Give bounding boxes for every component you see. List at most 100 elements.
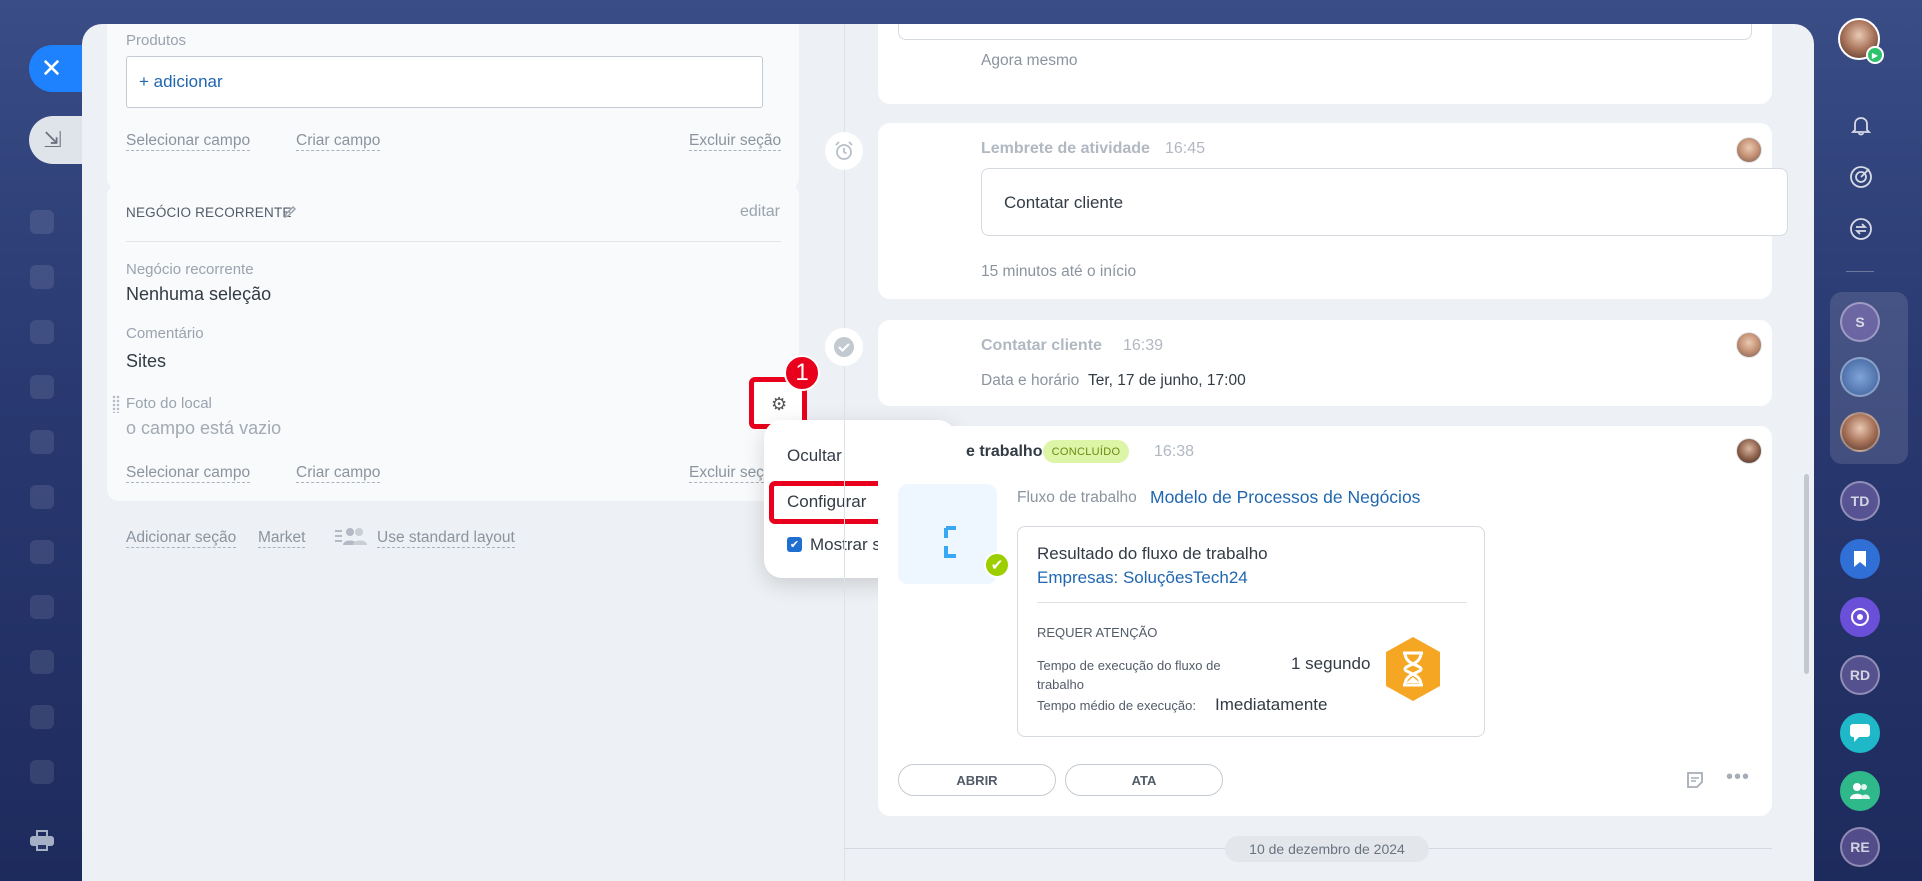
nav-icon[interactable] xyxy=(30,210,54,234)
avatar[interactable] xyxy=(1736,438,1762,464)
time-ago: Agora mesmo xyxy=(981,52,1078,69)
print-icon[interactable] xyxy=(30,830,54,852)
close-icon: ✕ xyxy=(40,53,63,83)
minimize-icon: ⇲ xyxy=(43,127,62,152)
sidebar-divider xyxy=(1846,271,1874,272)
comment-label: Comentário xyxy=(126,325,204,342)
more-icon[interactable]: ••• xyxy=(1726,766,1750,789)
copilot-icon[interactable] xyxy=(1840,597,1880,637)
chat-avatar-re[interactable]: RE xyxy=(1840,827,1880,867)
create-field-link[interactable]: Criar campo xyxy=(296,464,381,483)
photo-empty-value[interactable]: o campo está vazio xyxy=(126,418,281,439)
delete-section-link[interactable]: Excluir seção xyxy=(689,132,782,151)
bookmark-icon[interactable] xyxy=(1840,539,1880,579)
nav-icon[interactable] xyxy=(30,320,54,344)
annotation-badge-1: 1 xyxy=(784,355,820,391)
nav-icon[interactable] xyxy=(30,430,54,454)
nav-icon[interactable] xyxy=(30,540,54,564)
create-field-link[interactable]: Criar campo xyxy=(296,132,381,151)
workflow-card: e trabalho CONCLUÍDO 16:38 ✔ Fluxo de tr… xyxy=(878,426,1772,816)
status-badge: CONCLUÍDO xyxy=(1043,440,1129,463)
left-strip: ✕ ⇲ xyxy=(0,0,82,881)
check-icon: ✔ xyxy=(984,552,1010,578)
section-title: NEGÓCIO RECORRENTE xyxy=(126,205,292,220)
chat-bubble-icon[interactable] xyxy=(1840,713,1880,753)
exec-time-value: 1 segundo xyxy=(1291,654,1371,673)
workflow-time: 16:38 xyxy=(1154,443,1195,460)
recurring-deal-value[interactable]: Nenhuma seleção xyxy=(126,284,271,305)
pencil-icon[interactable] xyxy=(283,205,297,219)
edit-section-link[interactable]: editar xyxy=(740,203,780,221)
reminder-footer: 15 minutos até o início xyxy=(981,263,1137,280)
result-title: Resultado do fluxo de trabalho xyxy=(1037,544,1268,563)
chat-avatar-s[interactable]: S xyxy=(1840,302,1880,342)
task-card: Contatar cliente 16:39 Data e horário Te… xyxy=(878,320,1772,406)
workflow-result-box: Resultado do fluxo de trabalho Empresas:… xyxy=(1017,526,1485,737)
task-time: 16:39 xyxy=(1123,337,1164,354)
add-section-link[interactable]: Adicionar seção xyxy=(126,529,237,548)
reminder-title: Lembrete de atividade xyxy=(981,140,1150,157)
reminder-body-text: Contatar cliente xyxy=(1004,193,1124,212)
comment-value[interactable]: Sites xyxy=(126,351,166,372)
recurring-deal-section: NEGÓCIO RECORRENTE editar Negócio recorr… xyxy=(107,184,799,501)
open-button[interactable]: ABRIR xyxy=(898,764,1056,796)
task-date-label: Data e horário xyxy=(981,372,1080,389)
check-circle-icon xyxy=(825,328,863,366)
flow-label: Fluxo de trabalho xyxy=(1017,489,1137,506)
chat-avatar-td[interactable]: TD xyxy=(1840,481,1880,521)
chat-avatar-user[interactable] xyxy=(1840,412,1880,452)
flow-template-link[interactable]: Modelo de Processos de Negócios xyxy=(1150,487,1420,508)
comment-box xyxy=(898,24,1752,40)
attention-label: REQUER ATENÇÃO xyxy=(1037,625,1158,640)
photo-label: Foto do local xyxy=(126,395,212,412)
recurring-deal-label: Negócio recorrente xyxy=(126,261,254,278)
select-field-link[interactable]: Selecionar campo xyxy=(126,132,251,151)
nav-icon[interactable] xyxy=(30,705,54,729)
sync-icon[interactable] xyxy=(1846,214,1876,244)
drag-handle-icon[interactable] xyxy=(112,395,120,413)
crm-slider-panel: Produtos + adicionar Selecionar campo Cr… xyxy=(82,24,1814,881)
use-standard-layout-link[interactable]: Use standard layout xyxy=(377,529,515,548)
nav-icon[interactable] xyxy=(30,265,54,289)
note-icon[interactable] xyxy=(1685,770,1705,790)
close-slider-button[interactable]: ✕ xyxy=(29,45,82,92)
divider xyxy=(126,241,781,242)
avatar[interactable] xyxy=(1736,332,1762,358)
layout-users-icon xyxy=(335,528,367,545)
workflow-title: e trabalho xyxy=(966,443,1043,460)
select-field-link[interactable]: Selecionar campo xyxy=(126,464,251,483)
always-show-checkbox[interactable]: ✔ xyxy=(787,537,802,552)
activity-reminder-card: Lembrete de atividade 16:45 Contatar cli… xyxy=(878,123,1788,299)
date-chip: 10 de dezembro de 2024 xyxy=(1225,836,1429,862)
scrollbar[interactable] xyxy=(1804,474,1809,674)
minutes-button[interactable]: ATA xyxy=(1065,764,1223,796)
play-icon: ▶ xyxy=(1866,46,1884,64)
task-date-value: Ter, 17 de junho, 17:00 xyxy=(1088,372,1246,389)
products-field[interactable]: + adicionar xyxy=(126,56,763,108)
result-link[interactable]: Empresas: SoluçõesTech24 xyxy=(1037,568,1248,588)
nav-icon[interactable] xyxy=(30,650,54,674)
avg-time-value: Imediatamente xyxy=(1215,695,1328,714)
market-link[interactable]: Market xyxy=(258,529,306,548)
reminder-body-box[interactable]: Contatar cliente xyxy=(981,168,1788,236)
group-icon[interactable] xyxy=(1840,771,1880,811)
avatar[interactable] xyxy=(1736,137,1762,163)
workflow-app-icon: ✔ xyxy=(898,484,1010,584)
nav-icon[interactable] xyxy=(30,760,54,784)
bell-icon[interactable] xyxy=(1846,110,1876,140)
menu-item-configure[interactable]: Configurar xyxy=(787,492,866,512)
menu-item-hide[interactable]: Ocultar xyxy=(787,446,842,466)
task-title: Contatar cliente xyxy=(981,337,1102,354)
chat-avatar-rd[interactable]: RD xyxy=(1840,655,1880,695)
chat-avatar-globe[interactable] xyxy=(1840,357,1880,397)
gear-icon: ⚙ xyxy=(771,394,788,414)
minimize-slider-button[interactable]: ⇲ xyxy=(29,116,82,164)
nav-icon[interactable] xyxy=(30,595,54,619)
delete-section-link[interactable]: Excluir seç xyxy=(689,464,764,483)
nav-icon[interactable] xyxy=(30,485,54,509)
timeline-card-top: Agora mesmo xyxy=(878,24,1772,104)
products-label: Produtos xyxy=(126,32,187,49)
add-product-link[interactable]: + adicionar xyxy=(139,72,223,92)
target-icon[interactable] xyxy=(1846,162,1876,192)
nav-icon[interactable] xyxy=(30,375,54,399)
